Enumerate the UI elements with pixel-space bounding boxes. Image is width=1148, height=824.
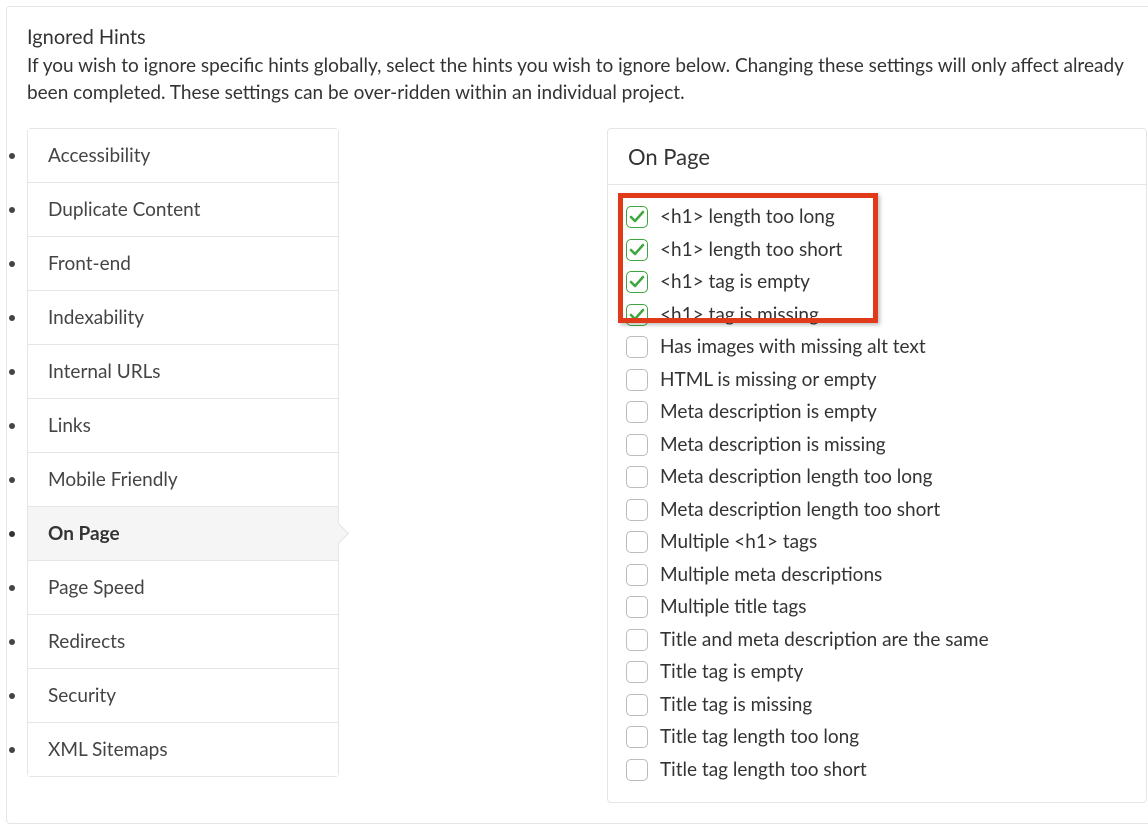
sidebar-item-redirects[interactable]: Redirects <box>28 615 338 669</box>
hint-checkbox[interactable] <box>626 499 648 521</box>
hint-row: Title and meta description are the same <box>626 624 1128 657</box>
hint-checkbox[interactable] <box>626 726 648 748</box>
hint-row: Title tag is empty <box>626 656 1128 689</box>
sidebar-item-duplicate-content[interactable]: Duplicate Content <box>28 183 338 237</box>
hint-label: <h1> length too short <box>660 236 842 265</box>
sidebar-item-label: XML Sitemaps <box>48 738 168 761</box>
hint-row: Multiple meta descriptions <box>626 559 1128 592</box>
sidebar-item-security[interactable]: Security <box>28 669 338 723</box>
hint-row: Title tag length too short <box>626 754 1128 787</box>
hint-label: Has images with missing alt text <box>660 333 926 362</box>
columns: Accessibility Duplicate Content Front-end I… <box>27 128 1147 803</box>
hint-checkbox[interactable] <box>626 304 648 326</box>
hint-label: HTML is missing or empty <box>660 366 877 395</box>
sidebar-item-label: Redirects <box>48 630 125 653</box>
hint-checkbox[interactable] <box>626 629 648 651</box>
hint-row: <h1> tag is missing <box>626 299 1128 332</box>
hint-checkbox[interactable] <box>626 271 648 293</box>
sidebar-item-front-end[interactable]: Front-end <box>28 237 338 291</box>
hint-label: Title tag length too long <box>660 723 859 752</box>
panel-title: On Page <box>608 129 1146 185</box>
hint-label: Multiple meta descriptions <box>660 561 882 590</box>
hint-checkbox[interactable] <box>626 369 648 391</box>
hint-row: <h1> length too short <box>626 234 1128 267</box>
sidebar-item-label: Security <box>48 684 116 707</box>
hint-row: Meta description is missing <box>626 429 1128 462</box>
sidebar-item-indexability[interactable]: Indexability <box>28 291 338 345</box>
sidebar-item-label: On Page <box>48 522 120 545</box>
hint-checkbox[interactable] <box>626 694 648 716</box>
sidebar-item-label: Page Speed <box>48 576 145 599</box>
hint-row: Meta description length too long <box>626 461 1128 494</box>
hint-row: Multiple <h1> tags <box>626 526 1128 559</box>
category-sidebar: Accessibility Duplicate Content Front-end I… <box>27 128 339 777</box>
hint-checkbox[interactable] <box>626 336 648 358</box>
sidebar-item-on-page[interactable]: On Page <box>28 507 338 561</box>
hint-list: <h1> length too long <h1> length too shor… <box>626 201 1128 786</box>
hint-label: Title and meta description are the same <box>660 626 989 655</box>
hint-checkbox[interactable] <box>626 596 648 618</box>
hint-label: Title tag length too short <box>660 756 867 785</box>
settings-card: Ignored Hints If you wish to ignore spec… <box>6 6 1148 824</box>
sidebar-item-accessibility[interactable]: Accessibility <box>28 129 338 183</box>
hint-row: Has images with missing alt text <box>626 331 1128 364</box>
hint-row: Title tag length too long <box>626 721 1128 754</box>
hint-checkbox[interactable] <box>626 401 648 423</box>
hint-row: Title tag is missing <box>626 689 1128 722</box>
hint-checkbox[interactable] <box>626 434 648 456</box>
sidebar-item-page-speed[interactable]: Page Speed <box>28 561 338 615</box>
hint-row: Meta description is empty <box>626 396 1128 429</box>
hint-label: <h1> tag is missing <box>660 301 819 330</box>
sidebar-item-label: Accessibility <box>48 144 150 167</box>
hint-label: Title tag is missing <box>660 691 812 720</box>
hint-checkbox[interactable] <box>626 239 648 261</box>
hint-label: Meta description is missing <box>660 431 886 460</box>
hint-label: Meta description length too long <box>660 463 933 492</box>
sidebar-item-label: Internal URLs <box>48 360 161 383</box>
hint-label: Title tag is empty <box>660 658 803 687</box>
sidebar-item-label: Duplicate Content <box>48 198 200 221</box>
hint-row: Multiple title tags <box>626 591 1128 624</box>
hint-label: Meta description is empty <box>660 398 877 427</box>
hint-label: Meta description length too short <box>660 496 940 525</box>
sidebar-item-label: Front-end <box>48 252 131 275</box>
panel-body: <h1> length too long <h1> length too shor… <box>608 185 1146 802</box>
hint-row: Meta description length too short <box>626 494 1128 527</box>
sidebar-item-label: Indexability <box>48 306 144 329</box>
sidebar-item-xml-sitemaps[interactable]: XML Sitemaps <box>28 723 338 776</box>
hint-checkbox[interactable] <box>626 661 648 683</box>
hint-checkbox[interactable] <box>626 531 648 553</box>
section-description: If you wish to ignore specific hints glo… <box>27 53 1147 106</box>
hints-panel: On Page <h1> length too long<h1> length … <box>607 128 1147 803</box>
hint-checkbox[interactable] <box>626 564 648 586</box>
hint-checkbox[interactable] <box>626 759 648 781</box>
hint-row: HTML is missing or empty <box>626 364 1128 397</box>
section-title: Ignored Hints <box>27 25 1147 49</box>
hint-label: Multiple title tags <box>660 593 807 622</box>
hint-label: Multiple <h1> tags <box>660 528 817 557</box>
sidebar-item-links[interactable]: Links <box>28 399 338 453</box>
sidebar-item-label: Links <box>48 414 91 437</box>
hint-label: <h1> tag is empty <box>660 268 810 297</box>
sidebar-item-internal-urls[interactable]: Internal URLs <box>28 345 338 399</box>
hint-row: <h1> length too long <box>626 201 1128 234</box>
hint-row: <h1> tag is empty <box>626 266 1128 299</box>
hint-checkbox[interactable] <box>626 206 648 228</box>
sidebar-item-mobile-friendly[interactable]: Mobile Friendly <box>28 453 338 507</box>
sidebar-item-label: Mobile Friendly <box>48 468 178 491</box>
hint-label: <h1> length too long <box>660 203 835 232</box>
hint-checkbox[interactable] <box>626 466 648 488</box>
